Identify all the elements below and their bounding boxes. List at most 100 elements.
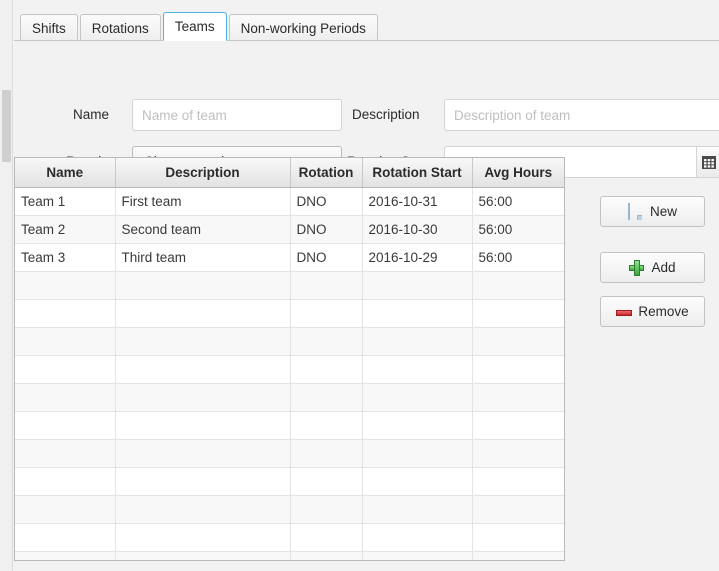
table-cell xyxy=(472,523,564,552)
table-cell xyxy=(15,327,116,356)
table-cell xyxy=(15,551,116,560)
table-cell xyxy=(472,551,564,560)
table-row[interactable]: Team 1 First team DNO 2016-10-31 56:00 xyxy=(15,187,564,216)
table-cell xyxy=(15,439,116,468)
table-cell xyxy=(362,495,473,524)
table-row-empty[interactable] xyxy=(15,467,564,496)
remove-button-label: Remove xyxy=(638,304,689,319)
table-cell xyxy=(290,495,363,524)
page-icon xyxy=(627,202,644,220)
plus-icon xyxy=(629,259,645,276)
table-cell xyxy=(15,467,116,496)
table-cell xyxy=(472,299,564,328)
table-cell: 2016-10-31 xyxy=(362,187,473,216)
table-cell xyxy=(290,439,363,468)
table-cell xyxy=(362,299,473,328)
table-cell xyxy=(115,467,291,496)
teams-table-container: Name Description Rotation Rotation Start… xyxy=(14,157,565,561)
table-cell xyxy=(115,439,291,468)
add-button-label: Add xyxy=(651,260,676,275)
new-button-label: New xyxy=(649,204,677,219)
description-input[interactable] xyxy=(444,99,719,131)
table-cell xyxy=(362,327,473,356)
table-cell xyxy=(362,439,473,468)
table-cell xyxy=(15,495,116,524)
table-cell xyxy=(362,355,473,384)
table-cell xyxy=(290,551,363,560)
table-cell xyxy=(15,411,116,440)
table-cell xyxy=(472,327,564,356)
table-cell xyxy=(362,411,473,440)
table-cell xyxy=(15,355,116,384)
tab-rotations[interactable]: Rotations xyxy=(79,14,161,41)
remove-button[interactable]: Remove xyxy=(600,296,705,327)
table-cell: Third team xyxy=(115,243,291,272)
table-row-empty[interactable] xyxy=(15,327,564,356)
table-cell xyxy=(290,327,363,356)
table-cell xyxy=(15,299,116,328)
column-header-rotation-start[interactable]: Rotation Start xyxy=(362,158,473,188)
table-cell xyxy=(115,523,291,552)
table-cell: 2016-10-30 xyxy=(362,215,473,244)
table-row-empty[interactable] xyxy=(15,383,564,412)
column-header-description[interactable]: Description xyxy=(115,158,291,188)
table-cell xyxy=(472,439,564,468)
scrollbar-thumb[interactable] xyxy=(2,90,11,162)
table-cell xyxy=(472,355,564,384)
minus-icon xyxy=(616,304,633,320)
table-cell xyxy=(115,327,291,356)
table-cell: 56:00 xyxy=(472,243,564,272)
application-window: Shifts Rotations Teams Non-working Perio… xyxy=(0,0,719,571)
table-row-empty[interactable] xyxy=(15,271,564,300)
table-row-empty[interactable] xyxy=(15,411,564,440)
table-cell xyxy=(115,383,291,412)
table-cell: 56:00 xyxy=(472,187,564,216)
column-header-avg-hours[interactable]: Avg Hours xyxy=(472,158,564,188)
table-row[interactable]: Team 2 Second team DNO 2016-10-30 56:00 xyxy=(15,215,564,244)
table-cell xyxy=(115,551,291,560)
table-cell xyxy=(115,495,291,524)
table-cell xyxy=(290,523,363,552)
table-cell xyxy=(115,411,291,440)
table-row-empty[interactable] xyxy=(15,495,564,524)
date-picker-button[interactable] xyxy=(696,146,719,178)
name-label: Name xyxy=(73,107,110,122)
table-cell xyxy=(472,411,564,440)
table-cell: DNO xyxy=(290,243,363,272)
table-cell xyxy=(362,383,473,412)
table-cell xyxy=(290,355,363,384)
table-row-empty[interactable] xyxy=(15,551,564,560)
add-button[interactable]: Add xyxy=(600,252,705,283)
table-cell: Second team xyxy=(115,215,291,244)
new-button[interactable]: New xyxy=(600,196,705,227)
teams-tab-panel: Name Description Rotation Choose rotatio… xyxy=(14,40,719,571)
table-row-empty[interactable] xyxy=(15,355,564,384)
calendar-icon xyxy=(702,156,716,169)
table-cell: DNO xyxy=(290,187,363,216)
tab-teams[interactable]: Teams xyxy=(162,12,227,41)
table-row-empty[interactable] xyxy=(15,439,564,468)
table-cell xyxy=(290,467,363,496)
table-cell xyxy=(15,523,116,552)
content-area: Shifts Rotations Teams Non-working Perio… xyxy=(14,0,719,571)
table-header-row: Name Description Rotation Rotation Start… xyxy=(15,158,564,188)
name-input[interactable] xyxy=(132,99,342,131)
table-cell xyxy=(115,355,291,384)
tab-shifts[interactable]: Shifts xyxy=(20,14,78,41)
table-cell xyxy=(362,271,473,300)
tab-non-working-periods[interactable]: Non-working Periods xyxy=(228,14,378,41)
vertical-scrollbar[interactable] xyxy=(0,0,13,571)
table-cell xyxy=(115,299,291,328)
column-header-rotation[interactable]: Rotation xyxy=(290,158,363,188)
table-row-empty[interactable] xyxy=(15,523,564,552)
table-cell xyxy=(362,551,473,560)
table-cell: Team 1 xyxy=(15,187,116,216)
table-row[interactable]: Team 3 Third team DNO 2016-10-29 56:00 xyxy=(15,243,564,272)
table-cell xyxy=(290,271,363,300)
table-cell xyxy=(472,467,564,496)
table-cell xyxy=(472,271,564,300)
table-cell: 2016-10-29 xyxy=(362,243,473,272)
table-row-empty[interactable] xyxy=(15,299,564,328)
column-header-name[interactable]: Name xyxy=(15,158,116,188)
table-cell xyxy=(15,383,116,412)
